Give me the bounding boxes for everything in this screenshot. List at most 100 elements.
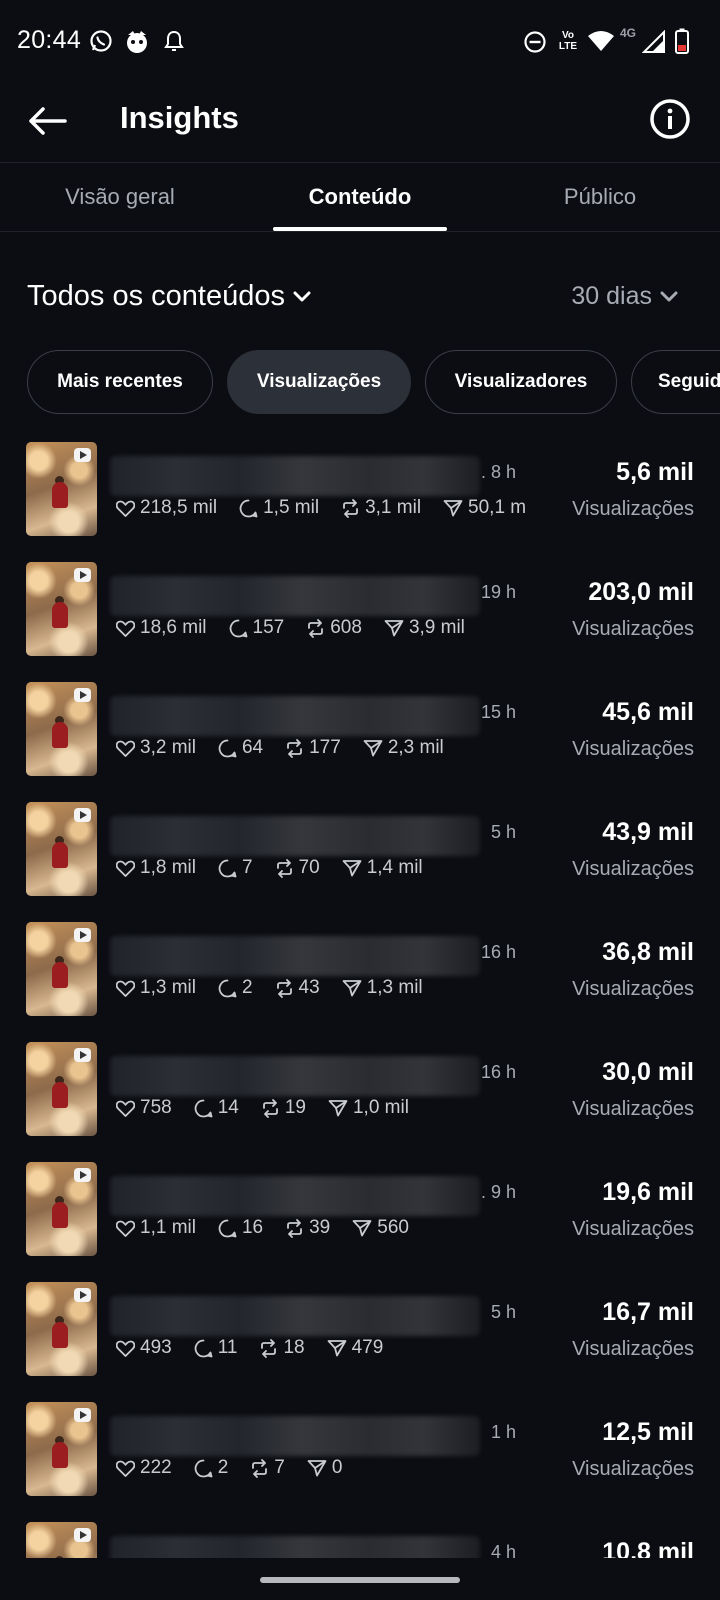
chip-visualizacoes[interactable]: Visualizações [227, 350, 411, 414]
tab-visao-geral[interactable]: Visão geral [50, 184, 190, 210]
home-indicator[interactable] [260, 1577, 460, 1583]
comments-count: 157 [252, 617, 285, 638]
video-play-icon [74, 1048, 91, 1062]
views-count: 43,9 mil [602, 818, 694, 846]
chip-mais-recentes[interactable]: Mais recentes [27, 350, 213, 414]
post-caption-blurred [110, 1296, 480, 1336]
views-label: Visualizações [572, 1338, 694, 1360]
post-row[interactable]: . 8 h 218,5 mil 1,5 mil 3,1 mil 50,1 m 5… [0, 442, 720, 562]
views-label: Visualizações [572, 618, 694, 640]
views-count: 10,8 mil [602, 1538, 694, 1558]
share-icon [352, 1220, 372, 1237]
post-stats: 3,2 mil 64 177 2,3 mil [116, 737, 466, 759]
tab-publico[interactable]: Público [540, 184, 660, 210]
post-stats: 218,5 mil 1,5 mil 3,1 mil 50,1 m [116, 497, 548, 519]
post-row[interactable]: 4 h 10,8 mil [0, 1522, 720, 1558]
heart-icon [116, 1100, 135, 1117]
back-button[interactable] [22, 96, 72, 146]
heart-icon [116, 620, 135, 637]
status-bar: 20:44 Vo LTE 4G [0, 0, 720, 80]
comment-icon [239, 499, 258, 517]
share-icon [342, 980, 362, 997]
comments-count: 7 [241, 857, 253, 878]
filter-row: Todos os conteúdos 30 dias [0, 270, 720, 330]
heart-icon [116, 980, 135, 997]
shares-count: 3,9 mil [408, 617, 465, 638]
content-filter-dropdown[interactable]: Todos os conteúdos [27, 280, 311, 313]
do-not-disturb-icon [524, 31, 546, 53]
date-range-dropdown[interactable]: 30 dias [571, 282, 678, 311]
post-thumbnail [26, 802, 97, 896]
post-row[interactable]: 19 h 18,6 mil 157 608 3,9 mil 203,0 mil … [0, 562, 720, 682]
reposts-count: 19 [284, 1097, 306, 1118]
chip-visualizadores[interactable]: Visualizadores [425, 350, 617, 414]
views-count: 30,0 mil [602, 1058, 694, 1086]
post-age: 16 h [480, 1062, 516, 1082]
reposts-stat: 19 [261, 1097, 306, 1119]
comment-icon [218, 979, 237, 997]
tab-conteudo[interactable]: Conteúdo [273, 184, 447, 210]
post-caption-blurred [110, 816, 480, 856]
likes-count: 18,6 mil [140, 617, 207, 638]
likes-count: 222 [140, 1457, 172, 1478]
share-icon [363, 740, 383, 757]
post-caption-blurred [110, 576, 480, 616]
likes-stat: 1,8 mil [116, 857, 196, 879]
likes-count: 1,3 mil [140, 977, 196, 998]
thumbnail-figure [52, 1082, 68, 1108]
comments-stat: 2 [194, 1457, 229, 1479]
volte-label: Vo LTE [558, 30, 578, 52]
reposts-stat: 608 [306, 617, 362, 639]
repost-icon [343, 498, 358, 518]
comments-stat: 157 [229, 617, 285, 639]
shares-stat: 1,4 mil [342, 857, 423, 879]
likes-stat: 18,6 mil [116, 617, 207, 639]
repost-icon [287, 738, 303, 758]
comments-stat: 2 [218, 977, 253, 999]
video-play-icon [74, 928, 91, 942]
comments-count: 14 [217, 1097, 239, 1118]
reposts-stat: 7 [250, 1457, 285, 1479]
reposts-stat: 18 [259, 1337, 305, 1359]
post-row[interactable]: 15 h 3,2 mil 64 177 2,3 mil 45,6 mil Vis… [0, 682, 720, 802]
post-row[interactable]: 16 h 1,3 mil 2 43 1,3 mil 36,8 mil Visua… [0, 922, 720, 1042]
info-button[interactable] [648, 97, 692, 141]
repost-icon [308, 618, 324, 638]
likes-stat: 3,2 mil [116, 737, 196, 759]
comment-icon [218, 739, 237, 757]
posts-list: . 8 h 218,5 mil 1,5 mil 3,1 mil 50,1 m 5… [0, 442, 720, 1558]
likes-count: 3,2 mil [140, 737, 196, 758]
shares-count: 560 [377, 1217, 409, 1238]
chip-seguidores[interactable]: Seguid [631, 350, 720, 414]
video-play-icon [74, 688, 91, 702]
post-thumbnail [26, 922, 97, 1016]
comments-count: 1,5 mil [263, 497, 320, 518]
share-icon [327, 1340, 346, 1357]
date-range-label: 30 dias [571, 282, 652, 310]
comments-count: 64 [241, 737, 264, 758]
views-label: Visualizações [572, 858, 694, 880]
share-icon [443, 500, 463, 517]
post-thumbnail [26, 1282, 97, 1376]
comments-count: 2 [217, 1457, 229, 1478]
info-icon [650, 99, 690, 139]
post-row[interactable]: 1 h 222 2 7 0 12,5 mil Visualizações [0, 1402, 720, 1522]
post-row[interactable]: . 9 h 1,1 mil 16 39 560 19,6 mil Visuali… [0, 1162, 720, 1282]
thumbnail-figure [52, 1322, 68, 1348]
content-filter-label: Todos os conteúdos [27, 280, 285, 312]
shares-stat: 3,9 mil [384, 617, 465, 639]
video-play-icon [74, 1288, 91, 1302]
views-count: 12,5 mil [602, 1418, 694, 1446]
post-row[interactable]: 5 h 493 11 18 479 16,7 mil Visualizações [0, 1282, 720, 1402]
views-count: 5,6 mil [616, 458, 694, 486]
post-row[interactable]: 5 h 1,8 mil 7 70 1,4 mil 43,9 mil Visual… [0, 802, 720, 922]
likes-count: 1,8 mil [140, 857, 196, 878]
post-row[interactable]: 16 h 758 14 19 1,0 mil 30,0 mil Visualiz… [0, 1042, 720, 1162]
views-count: 19,6 mil [602, 1178, 694, 1206]
post-caption-blurred [110, 1416, 480, 1456]
video-play-icon [74, 1168, 91, 1182]
heart-icon [116, 1340, 135, 1357]
views-label: Visualizações [572, 1218, 694, 1240]
comment-icon [194, 1099, 213, 1117]
shares-stat: 1,0 mil [328, 1097, 409, 1119]
